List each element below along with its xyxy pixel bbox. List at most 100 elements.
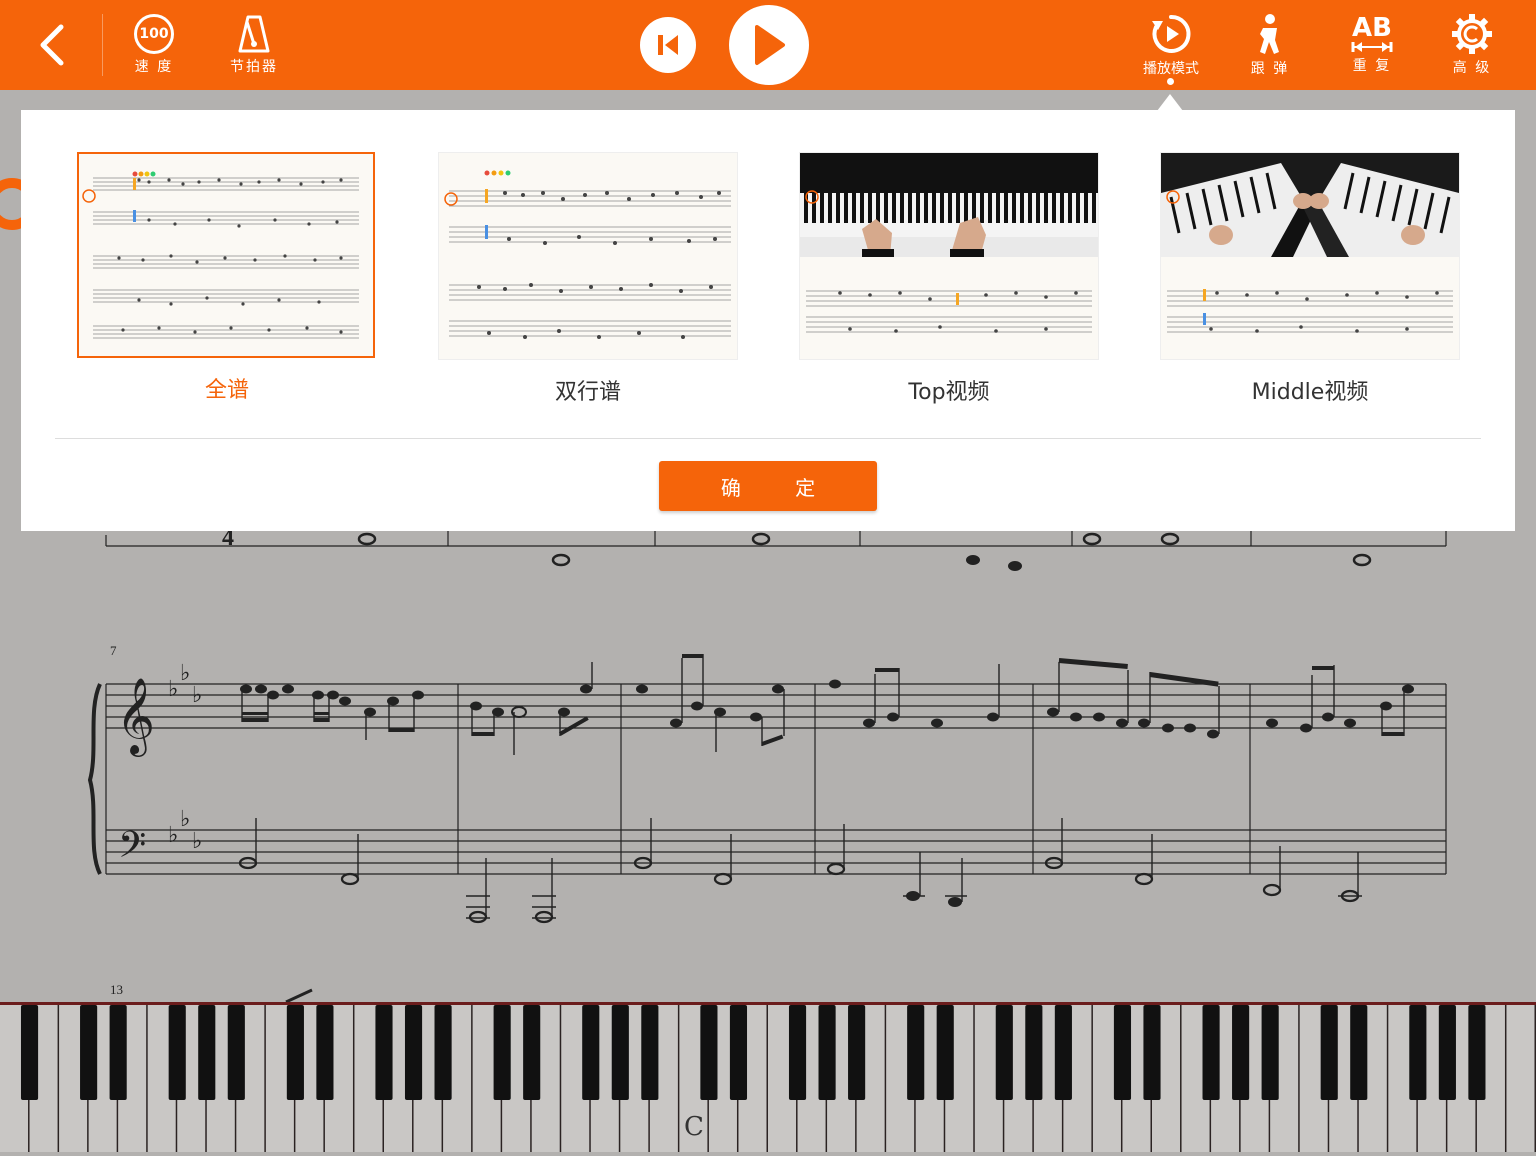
option-double-line-score[interactable]: 双行谱 <box>438 152 738 406</box>
black-key[interactable] <box>1143 1005 1161 1100</box>
speed-button[interactable]: 100 速 度 <box>124 0 184 90</box>
black-key[interactable] <box>227 1005 245 1100</box>
advanced-settings-button[interactable]: 高 级 <box>1442 0 1502 90</box>
speed-label: 速 度 <box>134 59 174 75</box>
thumbnail-black-key <box>988 193 992 223</box>
thumbnail-black-key <box>860 193 864 223</box>
thumbnail-black-key <box>916 193 920 223</box>
black-key[interactable] <box>1202 1005 1220 1100</box>
play-icon <box>755 25 785 65</box>
black-key[interactable] <box>936 1005 954 1100</box>
black-key[interactable] <box>818 1005 836 1100</box>
black-key[interactable] <box>907 1005 925 1100</box>
option-label-top-video: Top视频 <box>908 380 990 405</box>
thumbnail-black-key <box>1084 193 1088 223</box>
black-key[interactable] <box>20 1005 39 1100</box>
speed-value: 100 <box>139 26 169 42</box>
black-key[interactable] <box>700 1005 718 1100</box>
follow-button[interactable]: 跟 弹 <box>1240 0 1300 90</box>
confirm-button[interactable]: 确 定 <box>659 461 877 511</box>
svg-text:♭: ♭ <box>168 823 178 848</box>
walking-person-icon <box>1260 14 1279 54</box>
black-key[interactable] <box>434 1005 452 1100</box>
black-key[interactable] <box>109 1005 127 1100</box>
black-key[interactable] <box>316 1005 334 1100</box>
middle-c-label: C <box>684 1112 704 1142</box>
advanced-label: 高 级 <box>1452 60 1492 76</box>
thumbnail-black-key <box>820 193 824 223</box>
black-key[interactable] <box>1025 1005 1043 1100</box>
black-key[interactable] <box>1409 1005 1427 1100</box>
piano-keyboard[interactable] <box>0 1002 1536 1152</box>
black-key[interactable] <box>375 1005 393 1100</box>
option-full-score[interactable]: 全谱 <box>77 152 377 404</box>
black-key[interactable] <box>80 1005 98 1100</box>
thumbnail-black-key <box>1004 193 1008 223</box>
black-key[interactable] <box>1438 1005 1456 1100</box>
thumbnail-black-key <box>996 193 1000 223</box>
piano-keys[interactable] <box>0 1005 1536 1152</box>
metronome-button[interactable]: 节拍器 <box>224 0 284 90</box>
black-key[interactable] <box>198 1005 216 1100</box>
thumbnail-black-key <box>1076 193 1080 223</box>
play-button[interactable] <box>729 5 809 85</box>
play-mode-button[interactable]: 播放模式 <box>1136 0 1206 90</box>
thumbnail-black-key <box>812 193 816 223</box>
popup-divider <box>55 438 1481 439</box>
top-toolbar: 100 速 度 节拍器 播放模式 跟 弹 AB 重 复 高 级 <box>0 0 1536 90</box>
black-key[interactable] <box>1261 1005 1279 1100</box>
black-key[interactable] <box>1320 1005 1338 1100</box>
thumbnail-black-key <box>836 193 840 223</box>
thumbnail-black-key <box>1052 193 1056 223</box>
black-key[interactable] <box>1054 1005 1072 1100</box>
svg-text:♭: ♭ <box>180 661 190 686</box>
thumbnail-black-key <box>1020 193 1024 223</box>
black-key[interactable] <box>1113 1005 1132 1100</box>
option-label-middle-video: Middle视频 <box>1251 380 1369 405</box>
speed-icon: 100 <box>134 14 174 54</box>
thumbnail-black-key <box>924 193 928 223</box>
black-key[interactable] <box>582 1005 600 1100</box>
white-key[interactable] <box>1506 1005 1535 1152</box>
option-top-video[interactable]: Top视频 <box>799 152 1099 406</box>
chevron-left-icon <box>40 24 64 66</box>
black-key[interactable] <box>641 1005 659 1100</box>
play-mode-popup: 全谱 双行谱 Top视频 Middle视频 确 定 <box>21 110 1515 531</box>
back-button[interactable] <box>28 0 76 90</box>
option-middle-video[interactable]: Middle视频 <box>1160 152 1460 406</box>
black-key[interactable] <box>848 1005 866 1100</box>
thumbnail-black-key <box>844 193 848 223</box>
top-video-thumbnail <box>799 152 1099 360</box>
black-key[interactable] <box>995 1005 1013 1100</box>
gear-icon <box>1452 14 1492 54</box>
thumbnail-black-key <box>1028 193 1032 223</box>
black-key[interactable] <box>1468 1005 1486 1100</box>
repeat-label: 重 复 <box>1352 58 1392 74</box>
replay-icon <box>1152 14 1191 53</box>
black-key[interactable] <box>1232 1005 1250 1100</box>
black-key[interactable] <box>729 1005 748 1100</box>
thumbnail-black-key <box>900 193 904 223</box>
skip-back-icon <box>658 35 678 55</box>
black-key[interactable] <box>493 1005 511 1100</box>
repeat-ab-button[interactable]: AB 重 复 <box>1342 0 1402 90</box>
black-key[interactable] <box>404 1005 423 1100</box>
restart-button[interactable] <box>640 17 696 73</box>
thumbnail-black-key <box>948 193 952 223</box>
option-label-double-line: 双行谱 <box>554 380 621 405</box>
thumbnail-black-key <box>852 193 856 223</box>
thumbnail-black-key <box>956 193 960 223</box>
black-key[interactable] <box>168 1005 186 1100</box>
metronome-label: 节拍器 <box>230 59 278 75</box>
black-key[interactable] <box>1350 1005 1368 1100</box>
black-key[interactable] <box>611 1005 629 1100</box>
svg-text:𝄢: 𝄢 <box>118 824 146 875</box>
black-key[interactable] <box>523 1005 541 1100</box>
black-key[interactable] <box>788 1005 807 1100</box>
thumbnail-black-key <box>1044 193 1048 223</box>
black-key[interactable] <box>286 1005 304 1100</box>
double-line-thumbnail <box>438 152 738 360</box>
thumbnail-black-key <box>932 193 936 223</box>
toolbar-divider <box>102 14 103 76</box>
thumbnail-black-key <box>940 193 944 223</box>
